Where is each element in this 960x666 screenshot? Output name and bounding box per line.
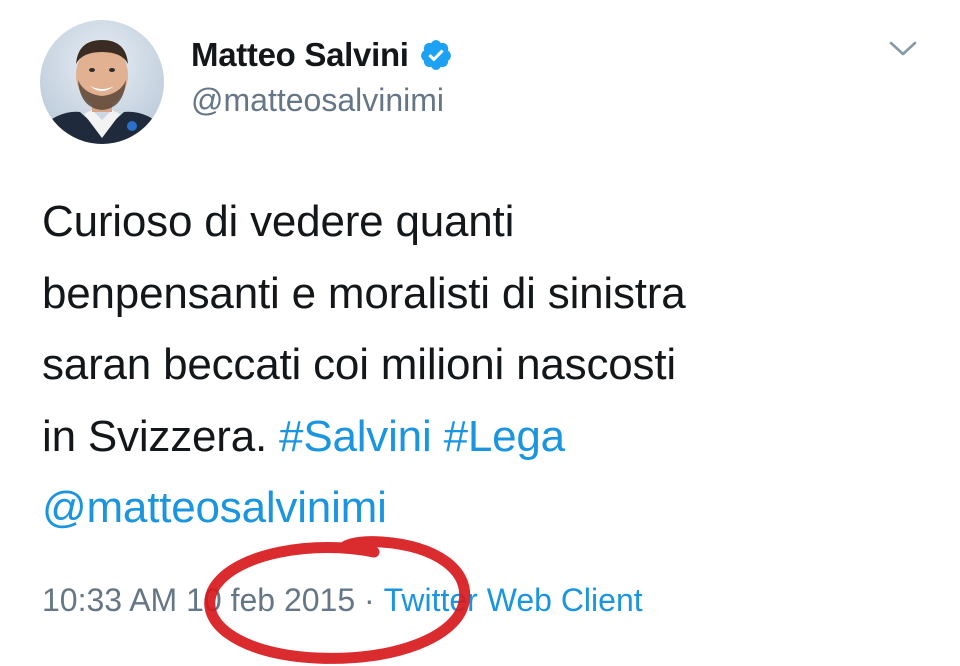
tweet-date[interactable]: 10 feb 2015: [186, 582, 355, 619]
avatar-image: [40, 20, 164, 144]
chevron-down-icon: [889, 41, 917, 56]
tweet-text-line: in Svizzera. #Salvini #Lega: [42, 401, 922, 473]
tweet-text-line: saran beccati coi milioni nascosti: [42, 340, 676, 389]
tweet-text-line: Curioso di vedere quanti: [42, 197, 515, 246]
author-name-row: Matteo Salvini: [191, 33, 453, 77]
tweet-text: Curioso di vedere quanti benpensanti e m…: [42, 186, 922, 544]
verified-badge-icon: [420, 40, 451, 70]
mention-link[interactable]: @matteosalvinimi: [42, 483, 387, 532]
tweet-source-link[interactable]: Twitter Web Client: [384, 582, 643, 619]
tweet-text-segment: in Svizzera.: [42, 411, 280, 461]
meta-spacer: [177, 582, 186, 619]
tweet-time[interactable]: 10:33 AM: [42, 582, 177, 619]
meta-separator: ·: [355, 582, 384, 618]
tweet-text-line: @matteosalvinimi: [42, 472, 922, 544]
tweet-text-line: benpensanti e moralisti di sinistra: [42, 268, 686, 318]
tweet-card: Matteo Salvini @matteosalvinimi Curioso …: [0, 0, 960, 666]
display-name[interactable]: Matteo Salvini: [191, 36, 409, 74]
hashtag-link-salvini[interactable]: #Salvini: [279, 412, 432, 461]
hashtag-link-lega[interactable]: #Lega: [444, 412, 566, 461]
tweet-menu-button[interactable]: [882, 34, 924, 64]
tweet-metadata: 10:33 AM 10 feb 2015 · Twitter Web Clien…: [42, 582, 643, 619]
author-handle[interactable]: @matteosalvinimi: [191, 82, 444, 119]
avatar[interactable]: [40, 20, 164, 144]
